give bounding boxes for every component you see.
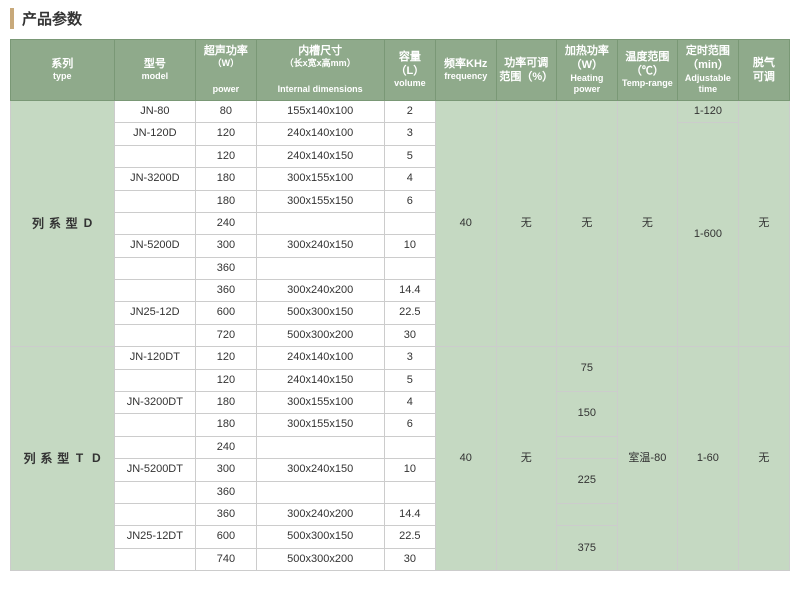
model-cell: JN-80 (114, 100, 196, 122)
model-cell (114, 548, 196, 570)
dt-heat-150: 150 (557, 392, 618, 437)
col-temp: 温度范围（℃）Temp-range (617, 40, 678, 101)
model-cell: JN25-12D (114, 302, 196, 324)
d-degas-cell: 无 (738, 100, 789, 346)
dt-adj-cell: 无 (496, 347, 557, 571)
col-power: 超声功率（W）power (196, 40, 257, 101)
col-dim: 内槽尺寸（长x宽x高mm）Internal dimensions (256, 40, 384, 101)
dt-degas-cell: 无 (738, 347, 789, 571)
col-vol: 容量（L）volume (384, 40, 435, 101)
dt-timer-cell: 1-60 (678, 347, 739, 571)
model-cell (114, 212, 196, 234)
product-table: 系列type 型号model 超声功率（W）power 内槽尺寸（长x宽x高mm… (10, 39, 790, 571)
model-cell: JN-5200D (114, 235, 196, 257)
model-cell (114, 414, 196, 436)
dt-heat-75: 75 (557, 347, 618, 392)
model-cell (114, 436, 196, 458)
d-timer-cell-1: 1-600 (678, 123, 739, 347)
model-cell: JN-3200D (114, 168, 196, 190)
dt-heat-empty2 (557, 504, 618, 526)
table-wrapper: 系列type 型号model 超声功率（W）power 内槽尺寸（长x宽x高mm… (10, 39, 790, 571)
d-freq-cell: 40 (435, 100, 496, 346)
col-adj: 功率可调范围（%） (496, 40, 557, 101)
dt-heat-empty1 (557, 436, 618, 458)
model-cell: JN-120D (114, 123, 196, 145)
d-temp-cell: 无 (617, 100, 678, 346)
model-cell: JN-3200DT (114, 392, 196, 414)
model-cell (114, 481, 196, 503)
col-model: 型号model (114, 40, 196, 101)
model-cell (114, 145, 196, 167)
model-cell (114, 324, 196, 346)
model-cell (114, 504, 196, 526)
dt-temp-cell: 室温-80 (617, 347, 678, 571)
model-cell: JN25-12DT (114, 526, 196, 548)
d-adj-cell: 无 (496, 100, 557, 346)
d-timer-cell-0: 1-120 (678, 100, 739, 122)
page-container: 产品参数 系列type 型号model 超声功率（W）power 内槽尺寸（长x… (0, 0, 800, 579)
model-cell (114, 280, 196, 302)
model-cell: JN-5200DT (114, 459, 196, 481)
dt-series-label: D T 型 系 列 (11, 347, 115, 571)
model-cell: JN-120DT (114, 347, 196, 369)
table-row: D T 型 系 列JN-120DT120240x140x100340无75室温-… (11, 347, 790, 369)
dt-heat-375: 375 (557, 526, 618, 571)
title-text: 产品参数 (10, 8, 82, 29)
dt-freq-cell: 40 (435, 347, 496, 571)
col-heat: 加热功率（W）Heating power (557, 40, 618, 101)
section-title: 产品参数 (10, 8, 790, 29)
col-degas: 脱气可调 (738, 40, 789, 101)
model-cell (114, 257, 196, 279)
table-row: D 型 系 列JN-8080155x140x100240无无无1-120无 (11, 100, 790, 122)
dt-heat-225: 225 (557, 459, 618, 504)
col-freq: 频率KHzfrequency (435, 40, 496, 101)
col-timer: 定时范围（min）Adjustable time (678, 40, 739, 101)
col-series: 系列type (11, 40, 115, 101)
d-heat-cell: 无 (557, 100, 618, 346)
model-cell (114, 369, 196, 391)
d-series-label: D 型 系 列 (11, 100, 115, 346)
model-cell (114, 190, 196, 212)
